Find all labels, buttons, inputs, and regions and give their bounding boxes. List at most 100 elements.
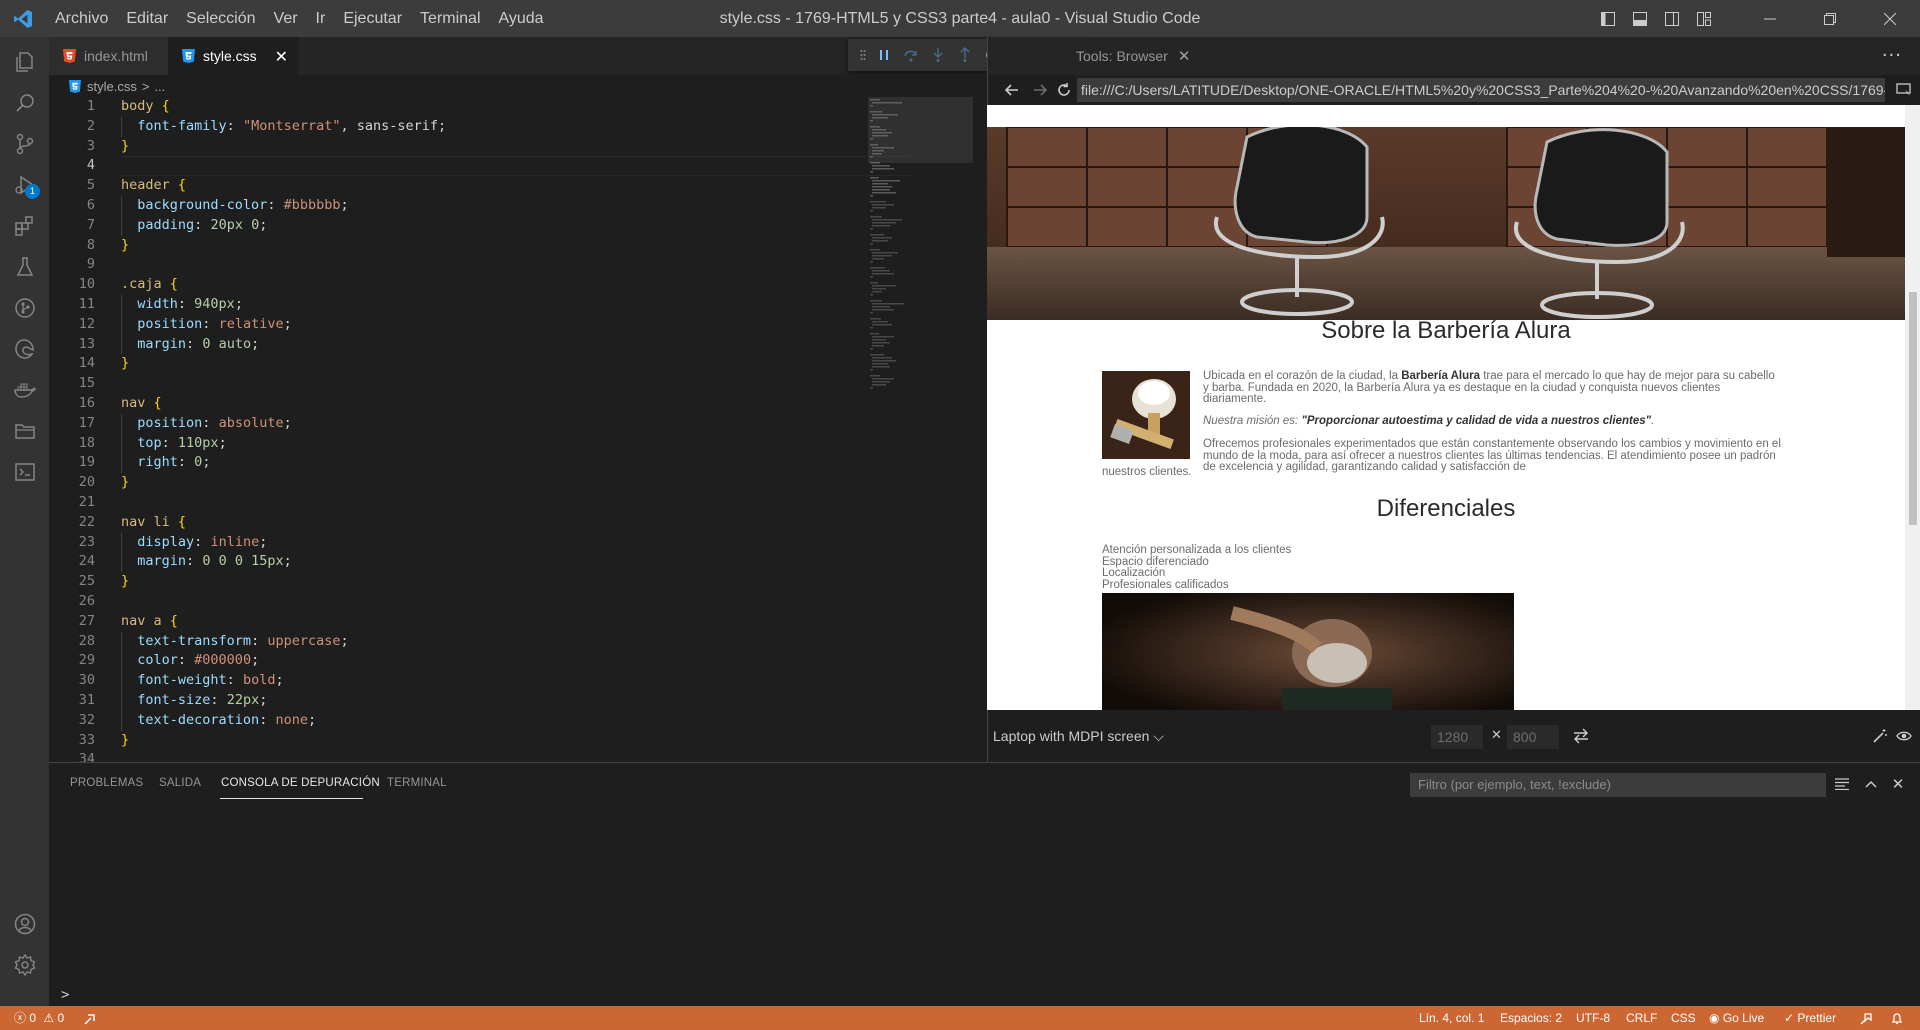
rotate-swap-icon[interactable] bbox=[1572, 728, 1590, 748]
menu-ver[interactable]: Ver bbox=[265, 0, 307, 37]
tab-problemas[interactable]: PROBLEMAS bbox=[70, 777, 143, 789]
search-icon[interactable] bbox=[0, 81, 49, 125]
broadcast-icon: ◉ bbox=[1709, 1011, 1720, 1025]
testing-icon[interactable] bbox=[0, 245, 49, 289]
reload-icon[interactable] bbox=[1054, 80, 1074, 100]
language-mode[interactable]: CSS bbox=[1671, 1006, 1696, 1030]
device-select[interactable]: Laptop with MDPI screen ⌵ bbox=[993, 728, 1164, 745]
code-line: 12 position: relative; bbox=[78, 315, 292, 332]
chevron-down-icon: ⌵ bbox=[1153, 728, 1164, 744]
step-over-icon[interactable] bbox=[897, 39, 924, 71]
prettier-button[interactable]: ✓ Prettier bbox=[1784, 1006, 1836, 1030]
code-line: 1 body { bbox=[86, 98, 170, 114]
active-tab-indicator bbox=[220, 798, 363, 799]
close-panel-icon[interactable]: ✕ bbox=[1888, 774, 1908, 794]
width-input[interactable]: 1280 bbox=[1431, 725, 1483, 749]
eye-icon[interactable] bbox=[1896, 728, 1912, 748]
problems-indicator[interactable]: ⓧ 0 ⚠ 0 bbox=[14, 1006, 64, 1030]
line-ending[interactable]: CRLF bbox=[1626, 1006, 1657, 1030]
toggle-secondary-sidebar-icon[interactable] bbox=[1656, 0, 1688, 37]
code-line: 33} bbox=[78, 731, 130, 748]
maximize-panel-chevron-up-icon[interactable] bbox=[1861, 774, 1881, 794]
restore-icon[interactable] bbox=[1800, 0, 1860, 37]
close-window-icon[interactable] bbox=[1860, 0, 1920, 37]
page-scrollbar[interactable] bbox=[1905, 105, 1920, 710]
menu-ir[interactable]: Ir bbox=[307, 0, 335, 37]
minimize-icon[interactable] bbox=[1740, 0, 1800, 37]
code-line: 13 margin: 0 auto; bbox=[78, 335, 260, 352]
breadcrumb-file[interactable]: style.css bbox=[87, 79, 137, 94]
settings-gear-icon[interactable] bbox=[0, 943, 49, 987]
notifications-bell-icon[interactable] bbox=[1890, 1006, 1904, 1030]
git-history-icon[interactable] bbox=[0, 286, 49, 330]
tab-style-css[interactable]: style.css ✕ bbox=[168, 37, 298, 75]
forward-arrow-icon[interactable] bbox=[1030, 80, 1050, 100]
error-icon: ⓧ bbox=[14, 1011, 27, 1025]
magic-wand-icon[interactable] bbox=[1872, 728, 1888, 748]
accounts-icon[interactable] bbox=[0, 902, 49, 946]
breadcrumb: style.css > ... bbox=[49, 75, 987, 97]
explorer-icon[interactable] bbox=[0, 40, 49, 84]
services-paragraph-end: nuestros clientes. bbox=[1102, 466, 1192, 478]
project-manager-icon[interactable] bbox=[0, 409, 49, 453]
console-input-prompt[interactable]: > bbox=[61, 987, 69, 1003]
close-tab-icon[interactable]: ✕ bbox=[1178, 47, 1191, 65]
menu-editar[interactable]: Editar bbox=[117, 0, 177, 37]
tab-index-html[interactable]: index.html bbox=[49, 37, 168, 75]
vscode-logo-icon bbox=[0, 0, 46, 37]
code-line: 11 width: 940px; bbox=[78, 296, 243, 312]
docker-icon[interactable] bbox=[0, 368, 49, 412]
step-into-icon[interactable] bbox=[924, 39, 951, 71]
code-line: 27 nav a { bbox=[78, 612, 178, 629]
code-editor[interactable]: 1 body { 2 font-family: "Montserrat", san… bbox=[49, 97, 987, 762]
status-bar: ⓧ 0 ⚠ 0 Lín. 4, col. 1 Espacios: 2 UTF-8… bbox=[0, 1006, 1920, 1030]
console-filter-input[interactable]: Filtro (por ejemplo, text, !exclude) bbox=[1410, 773, 1826, 797]
page-scrollbar-thumb[interactable] bbox=[1909, 292, 1917, 525]
about-heading: Sobre la Barbería Alura bbox=[1321, 317, 1571, 344]
browser-tab-bar: Tools: Browser ✕ ··· bbox=[987, 37, 1920, 75]
indentation[interactable]: Espacios: 2 bbox=[1500, 1006, 1562, 1030]
edge-devtools-icon[interactable] bbox=[0, 327, 49, 371]
menu-ejecutar[interactable]: Ejecutar bbox=[334, 0, 411, 37]
menu-terminal[interactable]: Terminal bbox=[411, 0, 489, 37]
tab-salida[interactable]: SALIDA bbox=[159, 777, 201, 789]
word-wrap-icon[interactable] bbox=[1832, 774, 1852, 794]
run-debug-icon[interactable]: 1 bbox=[0, 163, 49, 207]
back-arrow-icon[interactable] bbox=[1002, 80, 1022, 100]
tab-terminal[interactable]: TERMINAL bbox=[387, 777, 447, 789]
close-tab-icon[interactable]: ✕ bbox=[275, 47, 288, 67]
pause-icon[interactable] bbox=[870, 39, 897, 71]
more-actions-icon[interactable]: ··· bbox=[1882, 45, 1902, 66]
menu-archivo[interactable]: Archivo bbox=[46, 0, 117, 37]
feedback-icon[interactable] bbox=[1859, 1006, 1873, 1030]
css3-file-icon bbox=[69, 79, 81, 93]
tab-consola-depuracion[interactable]: CONSOLA DE DEPURACIÓN bbox=[221, 777, 380, 789]
source-control-icon[interactable] bbox=[0, 122, 49, 166]
step-out-icon[interactable] bbox=[951, 39, 978, 71]
encoding[interactable]: UTF-8 bbox=[1576, 1006, 1610, 1030]
menu-bar: Archivo Editar Selección Ver Ir Ejecutar… bbox=[46, 0, 553, 37]
live-share-icon[interactable] bbox=[83, 1006, 97, 1030]
code-line: 31 font-size: 22px; bbox=[78, 692, 268, 708]
url-input[interactable]: file:///C:/Users/LATITUDE/Desktop/ONE-OR… bbox=[1077, 78, 1885, 102]
remote-terminal-icon[interactable] bbox=[0, 450, 49, 494]
editor-scrollbar[interactable] bbox=[973, 97, 987, 762]
browser-viewport[interactable]: Sobre la Barbería Alura Ubicada en el co… bbox=[987, 105, 1905, 710]
height-input[interactable]: 800 bbox=[1507, 725, 1559, 749]
menu-ayuda[interactable]: Ayuda bbox=[490, 0, 553, 37]
screencast-icon[interactable] bbox=[1894, 80, 1914, 100]
drag-handle-icon[interactable] bbox=[856, 39, 870, 71]
breadcrumb-symbol[interactable]: ... bbox=[154, 79, 165, 94]
minimap-slider[interactable] bbox=[868, 97, 973, 163]
code-line: 25} bbox=[78, 573, 130, 590]
debug-badge: 1 bbox=[25, 184, 40, 199]
menu-seleccion[interactable]: Selección bbox=[177, 0, 264, 37]
tab-tools-browser[interactable]: Tools: Browser ✕ bbox=[1076, 37, 1190, 75]
toggle-panel-icon[interactable] bbox=[1624, 0, 1656, 37]
customize-layout-icon[interactable] bbox=[1688, 0, 1720, 37]
toggle-primary-sidebar-icon[interactable] bbox=[1592, 0, 1624, 37]
cursor-position[interactable]: Lín. 4, col. 1 bbox=[1419, 1006, 1484, 1030]
go-live-button[interactable]: ◉ Go Live bbox=[1709, 1006, 1764, 1030]
code-line: 9 bbox=[86, 256, 95, 273]
extensions-icon[interactable] bbox=[0, 204, 49, 248]
